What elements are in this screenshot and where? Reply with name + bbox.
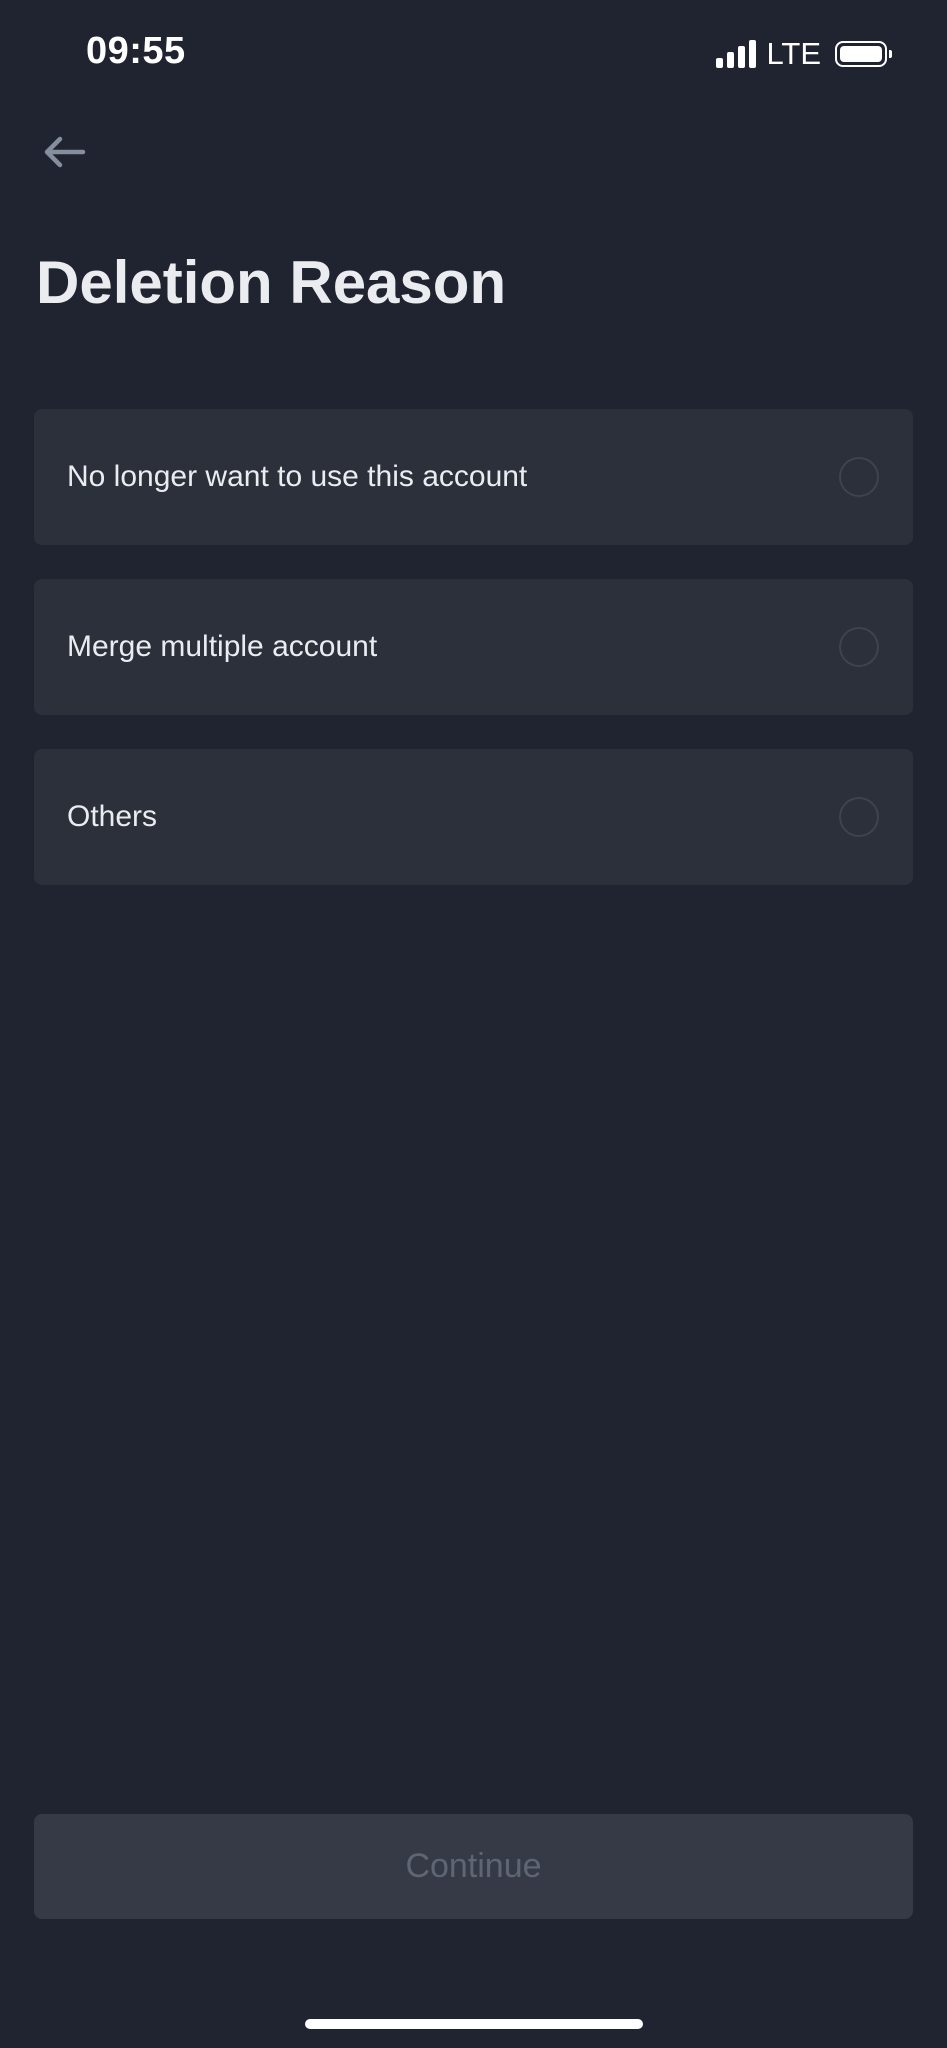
reason-option-others[interactable]: Others	[34, 749, 913, 885]
status-indicators: LTE	[716, 36, 892, 72]
reason-label: Merge multiple account	[67, 630, 378, 663]
cellular-signal-icon	[716, 40, 757, 68]
battery-icon	[835, 41, 892, 67]
home-indicator[interactable]	[305, 2019, 643, 2029]
reason-label: No longer want to use this account	[67, 460, 528, 493]
page-title: Deletion Reason	[36, 249, 507, 316]
radio-unchecked-icon[interactable]	[839, 797, 879, 837]
back-arrow-icon	[44, 136, 86, 168]
radio-unchecked-icon[interactable]	[839, 627, 879, 667]
network-type-label: LTE	[766, 36, 821, 71]
reason-option-no-longer-use[interactable]: No longer want to use this account	[34, 409, 913, 545]
reason-list: No longer want to use this account Merge…	[34, 409, 913, 919]
radio-unchecked-icon[interactable]	[839, 457, 879, 497]
reason-option-merge-accounts[interactable]: Merge multiple account	[34, 579, 913, 715]
status-bar: 09:55 LTE	[0, 0, 947, 110]
reason-label: Others	[67, 800, 158, 833]
continue-button[interactable]: Continue	[34, 1814, 913, 1919]
status-time: 09:55	[86, 30, 186, 72]
back-button[interactable]	[36, 128, 92, 176]
